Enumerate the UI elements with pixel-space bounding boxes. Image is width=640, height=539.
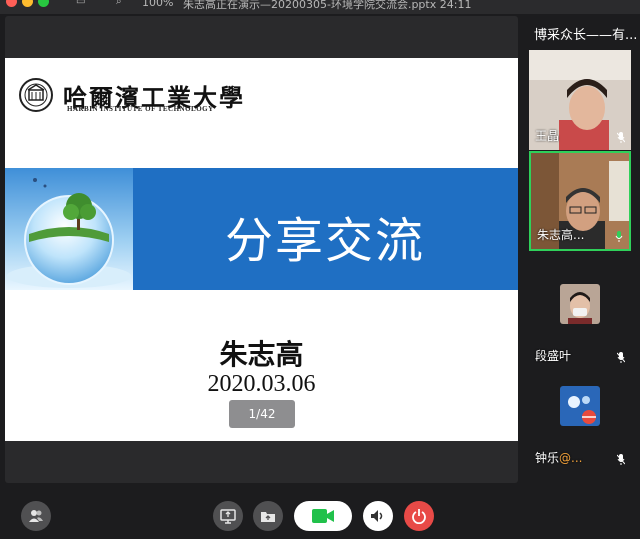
university-name-en: HARBIN INSTITUTE OF TECHNOLOGY bbox=[67, 105, 214, 113]
participant-tile[interactable]: 段盛叶 bbox=[529, 270, 631, 370]
participants-button[interactable] bbox=[21, 501, 51, 531]
folder-icon bbox=[261, 512, 275, 522]
participant-tile-active[interactable]: 朱志高... bbox=[529, 151, 631, 251]
title-banner: 分享交流 bbox=[133, 168, 518, 290]
university-seal-icon bbox=[19, 78, 53, 112]
speaker-icon bbox=[371, 510, 383, 522]
slide-title: 分享交流 bbox=[225, 213, 426, 269]
participants-icon bbox=[29, 510, 43, 522]
slide-page-indicator[interactable]: 1/42 bbox=[229, 400, 295, 428]
sidebar-toggle-icon[interactable]: ▭ bbox=[76, 0, 85, 7]
participant-name: 朱志高... bbox=[537, 228, 585, 242]
participant-tile[interactable]: 王晶 bbox=[529, 50, 631, 150]
participant-badge: @... bbox=[559, 451, 583, 465]
close-window-button[interactable] bbox=[6, 0, 17, 7]
window-title: 朱志高正在演示—20200305-环境学院交流会.pptx 24:11 bbox=[183, 0, 472, 11]
meeting-title: 博采众长——有... bbox=[534, 28, 638, 43]
end-meeting-button[interactable] bbox=[404, 501, 434, 531]
mic-muted-icon bbox=[617, 132, 625, 143]
minimize-window-button[interactable] bbox=[22, 0, 33, 7]
participant-name-text: 钟乐 bbox=[535, 451, 560, 465]
participant-name: 钟乐@... bbox=[535, 449, 582, 466]
mic-muted-icon bbox=[617, 454, 625, 465]
mic-speaking-icon bbox=[615, 231, 623, 242]
participant-tile[interactable]: 钟乐@... bbox=[529, 372, 631, 472]
mic-muted-icon bbox=[617, 352, 625, 363]
video-toggle-button[interactable] bbox=[294, 501, 352, 531]
maximize-window-button[interactable] bbox=[38, 0, 49, 7]
audio-button[interactable] bbox=[363, 501, 393, 531]
zoom-search-icon[interactable]: ⌕ bbox=[116, 0, 122, 7]
participant-name: 段盛叶 bbox=[535, 349, 572, 363]
participant-name: 王晶 bbox=[535, 129, 560, 143]
shared-slide: 哈爾濱工業大學 HARBIN INSTITUTE OF TECHNOLOGY 分… bbox=[5, 58, 518, 441]
presenter-name: 朱志高 bbox=[219, 338, 304, 371]
power-icon bbox=[412, 509, 426, 524]
share-screen-icon bbox=[220, 509, 236, 524]
zoom-level: 100% bbox=[142, 0, 174, 9]
participant-avatar bbox=[560, 284, 600, 324]
globe-tree-image bbox=[5, 168, 133, 290]
participant-avatar bbox=[560, 386, 600, 426]
window-titlebar: ▭ ⌕ 100% 朱志高正在演示—20200305-环境学院交流会.pptx 2… bbox=[0, 0, 640, 14]
video-camera-icon bbox=[312, 509, 334, 523]
share-screen-button[interactable] bbox=[213, 501, 243, 531]
presentation-date: 2020.03.06 bbox=[207, 371, 316, 397]
documents-button[interactable] bbox=[253, 501, 283, 531]
